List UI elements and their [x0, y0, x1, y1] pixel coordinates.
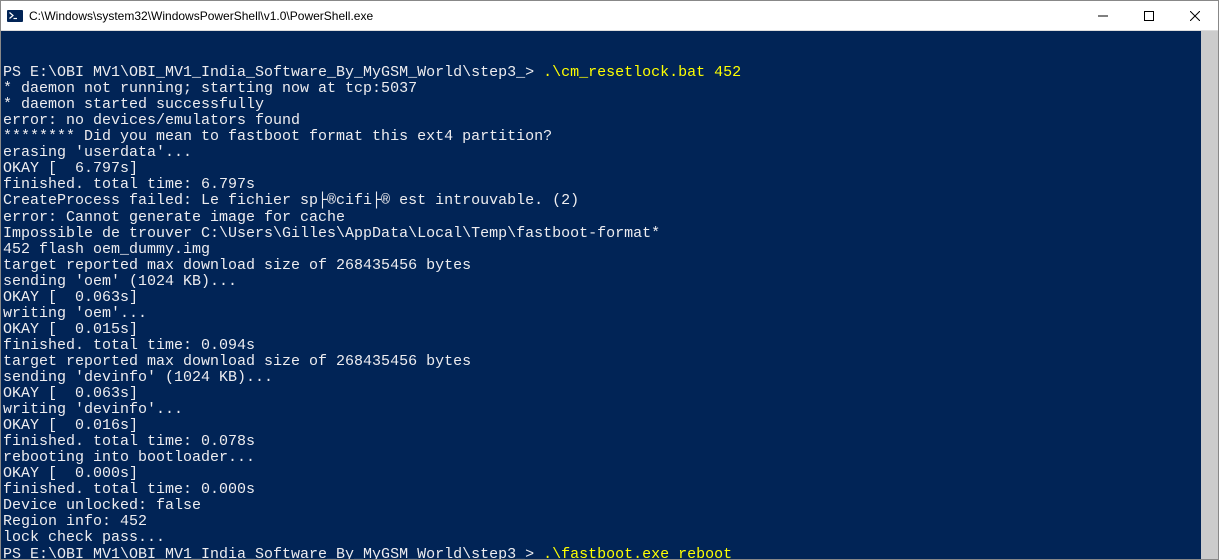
- terminal-line: sending 'oem' (1024 KB)...: [3, 274, 1218, 290]
- terminal-line: OKAY [ 0.000s]: [3, 466, 1218, 482]
- command-text: .\fastboot.exe reboot: [543, 546, 732, 560]
- scrollbar[interactable]: [1201, 31, 1218, 559]
- terminal-line: writing 'devinfo'...: [3, 402, 1218, 418]
- terminal-line: 452 flash oem_dummy.img: [3, 242, 1218, 258]
- terminal-line: Impossible de trouver C:\Users\Gilles\Ap…: [3, 226, 1218, 242]
- terminal-line: * daemon started successfully: [3, 97, 1218, 113]
- terminal-line: sending 'devinfo' (1024 KB)...: [3, 370, 1218, 386]
- command-text: .\cm_resetlock.bat 452: [543, 64, 741, 81]
- powershell-window: C:\Windows\system32\WindowsPowerShell\v1…: [0, 0, 1219, 560]
- terminal-line: OKAY [ 0.016s]: [3, 418, 1218, 434]
- terminal-line: OKAY [ 0.015s]: [3, 322, 1218, 338]
- terminal-line: target reported max download size of 268…: [3, 354, 1218, 370]
- minimize-button[interactable]: [1080, 1, 1126, 30]
- terminal-line: PS E:\OBI MV1\OBI_MV1_India_Software_By_…: [3, 65, 1218, 81]
- terminal-line: Device unlocked: false: [3, 498, 1218, 514]
- terminal-line: * daemon not running; starting now at tc…: [3, 81, 1218, 97]
- terminal-line: finished. total time: 0.078s: [3, 434, 1218, 450]
- terminal-line: PS E:\OBI MV1\OBI_MV1_India_Software_By_…: [3, 547, 1218, 560]
- titlebar[interactable]: C:\Windows\system32\WindowsPowerShell\v1…: [1, 1, 1218, 31]
- terminal-line: Region info: 452: [3, 514, 1218, 530]
- terminal-line: rebooting into bootloader...: [3, 450, 1218, 466]
- powershell-icon: [7, 8, 23, 24]
- prompt-text: PS E:\OBI MV1\OBI_MV1_India_Software_By_…: [3, 546, 543, 560]
- terminal-line: OKAY [ 6.797s]: [3, 161, 1218, 177]
- scrollbar-thumb[interactable]: [1201, 31, 1218, 559]
- prompt-text: PS E:\OBI MV1\OBI_MV1_India_Software_By_…: [3, 64, 543, 81]
- terminal-line: CreateProcess failed: Le fichier sp├®cif…: [3, 193, 1218, 209]
- close-button[interactable]: [1172, 1, 1218, 30]
- terminal-line: finished. total time: 0.000s: [3, 482, 1218, 498]
- terminal-line: ******** Did you mean to fastboot format…: [3, 129, 1218, 145]
- terminal-line: error: Cannot generate image for cache: [3, 210, 1218, 226]
- terminal-line: erasing 'userdata'...: [3, 145, 1218, 161]
- maximize-button[interactable]: [1126, 1, 1172, 30]
- terminal-line: finished. total time: 0.094s: [3, 338, 1218, 354]
- terminal-line: error: no devices/emulators found: [3, 113, 1218, 129]
- terminal-line: target reported max download size of 268…: [3, 258, 1218, 274]
- terminal-line: OKAY [ 0.063s]: [3, 290, 1218, 306]
- terminal-line: OKAY [ 0.063s]: [3, 386, 1218, 402]
- window-title: C:\Windows\system32\WindowsPowerShell\v1…: [29, 9, 1080, 23]
- terminal-output[interactable]: PS E:\OBI MV1\OBI_MV1_India_Software_By_…: [1, 31, 1218, 559]
- terminal-line: writing 'oem'...: [3, 306, 1218, 322]
- terminal-line: lock check pass...: [3, 530, 1218, 546]
- window-controls: [1080, 1, 1218, 30]
